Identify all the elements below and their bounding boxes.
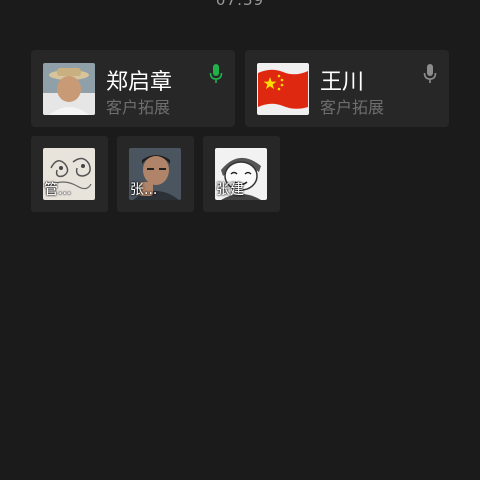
speaker-role-1: 客户拓展 bbox=[106, 98, 171, 117]
speaker-avatar-1 bbox=[43, 63, 95, 115]
speaker-card-2[interactable]: 王川 客户拓展 bbox=[245, 50, 449, 127]
speaker-name-2: 王川 bbox=[320, 70, 365, 95]
member-name-1: 管... bbox=[44, 182, 72, 198]
speaker-avatar-2 bbox=[257, 63, 309, 115]
speaker-name-1: 郑启章 bbox=[106, 70, 173, 95]
member-card-3[interactable]: 张建 bbox=[203, 136, 280, 212]
member-name-2: 张... bbox=[130, 182, 158, 198]
microphone-icon bbox=[423, 64, 437, 84]
microphone-icon bbox=[209, 64, 223, 84]
member-card-2[interactable]: 张... bbox=[117, 136, 194, 212]
speaker-role-2: 客户拓展 bbox=[320, 98, 385, 117]
member-name-3: 张建 bbox=[216, 182, 244, 198]
speaker-card-1[interactable]: 郑启章 客户拓展 bbox=[31, 50, 235, 127]
status-time: 07:39 bbox=[215, 0, 265, 9]
member-card-1[interactable]: 管... bbox=[31, 136, 108, 212]
